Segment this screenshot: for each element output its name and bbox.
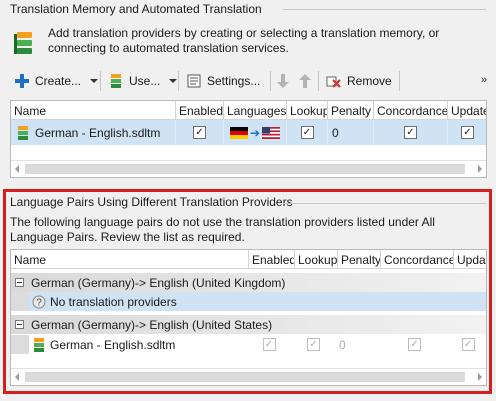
use-tm-icon — [111, 74, 121, 88]
lookup-cell: ✓ — [292, 338, 335, 351]
tm-provider-grid: Name Enabled Languages Lookup Penalty Co… — [10, 100, 487, 178]
column-header-name[interactable]: Name — [11, 101, 176, 120]
scroll-right-icon[interactable] — [478, 165, 482, 173]
table-row[interactable]: German - English.sdltm ✓ ➔ ✓ 0 ✓ ✓ — [11, 120, 486, 145]
enabled-cell: ✓ — [246, 338, 292, 351]
column-header-enabled[interactable]: Enabled — [249, 250, 295, 269]
row-indent — [11, 335, 29, 354]
toolbar-separator — [270, 71, 271, 91]
svg-text:?: ? — [36, 297, 42, 308]
toolbar-separator — [318, 71, 319, 91]
move-up-button[interactable] — [294, 68, 316, 94]
table-row[interactable]: German - English.sdltm ✓ ✓ 0 ✓ ✓ — [11, 335, 486, 354]
provider-name: German - English.sdltm — [50, 337, 176, 352]
update-cell: ✓ — [448, 120, 486, 145]
create-button[interactable]: Create... — [10, 68, 102, 94]
concordance-checkbox[interactable]: ✓ — [408, 338, 421, 351]
create-label: Create... — [35, 74, 82, 88]
lookup-cell: ✓ — [287, 120, 328, 145]
tm-file-icon — [34, 337, 44, 352]
penalty-value[interactable]: 0 — [335, 338, 378, 352]
column-header-name[interactable]: Name — [11, 250, 249, 269]
arrow-right-icon: ➔ — [249, 125, 261, 140]
column-header-lookup[interactable]: Lookup — [287, 101, 328, 120]
german-flag-icon — [229, 126, 248, 139]
more-chevron-icon[interactable]: » — [481, 74, 487, 86]
row-indent — [11, 292, 29, 311]
language-pairs-grid: Name Enabled Lookup Penalty Concordance … — [10, 249, 487, 386]
group-row-en-us[interactable]: German (Germany)-> English (United State… — [11, 315, 486, 334]
update-cell: ✓ — [451, 338, 485, 351]
chevron-down-icon — [169, 79, 178, 83]
remove-label: Remove — [347, 74, 392, 88]
column-header-concordance[interactable]: Concordance — [381, 250, 454, 269]
tm-section-title: Translation Memory and Automated Transla… — [10, 2, 262, 16]
languages-cell: ➔ — [224, 120, 287, 145]
scroll-right-icon[interactable] — [478, 373, 482, 381]
lookup-checkbox[interactable]: ✓ — [300, 126, 314, 139]
chevron-down-icon — [90, 79, 99, 83]
provider-toolbar: Create... Use... Settings... Remove » — [10, 68, 487, 94]
horizontal-scrollbar[interactable] — [11, 368, 486, 385]
group-label: German (Germany)-> English (United Kingd… — [31, 275, 286, 290]
lp-section-title: Language Pairs Using Different Translati… — [10, 195, 293, 209]
collapse-icon[interactable] — [15, 278, 24, 287]
us-flag-icon — [262, 126, 281, 139]
penalty-cell[interactable]: 0 — [328, 120, 374, 145]
column-header-update[interactable]: Update — [448, 101, 486, 120]
remove-button[interactable]: Remove — [322, 68, 396, 94]
arrow-down-icon — [277, 74, 289, 88]
collapse-icon[interactable] — [15, 320, 24, 329]
tm-name-cell: German - English.sdltm — [11, 120, 176, 145]
scrollbar-thumb[interactable] — [25, 372, 465, 382]
question-icon: ? — [32, 295, 46, 308]
column-header-languages[interactable]: Languages — [224, 101, 287, 120]
no-providers-label: No translation providers — [50, 294, 177, 309]
tm-file-icon — [18, 125, 28, 140]
tm-grid-header: Name Enabled Languages Lookup Penalty Co… — [11, 101, 486, 120]
column-header-lookup[interactable]: Lookup — [295, 250, 338, 269]
column-header-update[interactable]: Update — [454, 250, 486, 269]
column-header-penalty[interactable]: Penalty — [338, 250, 381, 269]
update-checkbox[interactable]: ✓ — [461, 338, 475, 351]
toolbar-separator — [399, 71, 400, 91]
settings-icon — [187, 74, 201, 88]
toolbar-separator — [178, 71, 179, 91]
scroll-left-icon[interactable] — [15, 165, 19, 173]
settings-label: Settings... — [207, 74, 261, 88]
lp-description: The following language pairs do not use … — [10, 215, 435, 244]
concordance-checkbox[interactable]: ✓ — [404, 126, 417, 139]
move-down-button[interactable] — [272, 68, 294, 94]
group-label: German (Germany)-> English (United State… — [31, 317, 273, 332]
scroll-left-icon[interactable] — [15, 373, 19, 381]
penalty-value: 0 — [332, 125, 339, 140]
tm-name: German - English.sdltm — [35, 125, 161, 140]
horizontal-scrollbar[interactable] — [11, 160, 486, 177]
scrollbar-thumb[interactable] — [25, 164, 465, 174]
lp-section-rule — [283, 203, 486, 204]
lp-grid-header: Name Enabled Lookup Penalty Concordance … — [11, 250, 486, 269]
enabled-cell: ✓ — [176, 120, 224, 145]
concordance-cell: ✓ — [374, 120, 448, 145]
use-button[interactable]: Use... — [104, 68, 181, 94]
update-checkbox[interactable]: ✓ — [461, 126, 474, 139]
group-row-en-gb[interactable]: German (Germany)-> English (United Kingd… — [11, 273, 486, 292]
toolbar-separator — [100, 71, 101, 91]
translation-memory-icon — [14, 32, 32, 54]
enabled-checkbox[interactable]: ✓ — [262, 338, 276, 351]
enabled-checkbox[interactable]: ✓ — [193, 126, 206, 139]
list-item[interactable]: ? No translation providers — [11, 292, 486, 311]
tm-intro-text: Add translation providers by creating or… — [48, 26, 440, 55]
concordance-cell: ✓ — [378, 338, 451, 351]
column-header-enabled[interactable]: Enabled — [176, 101, 224, 120]
use-label: Use... — [129, 74, 161, 88]
settings-button[interactable]: Settings... — [182, 68, 264, 94]
tm-section-rule — [283, 9, 486, 10]
remove-icon — [326, 76, 341, 88]
column-header-penalty[interactable]: Penalty — [328, 101, 374, 120]
lookup-checkbox[interactable]: ✓ — [307, 338, 320, 351]
arrow-up-icon — [299, 74, 311, 88]
column-header-concordance[interactable]: Concordance — [374, 101, 448, 120]
plus-icon — [15, 74, 29, 88]
